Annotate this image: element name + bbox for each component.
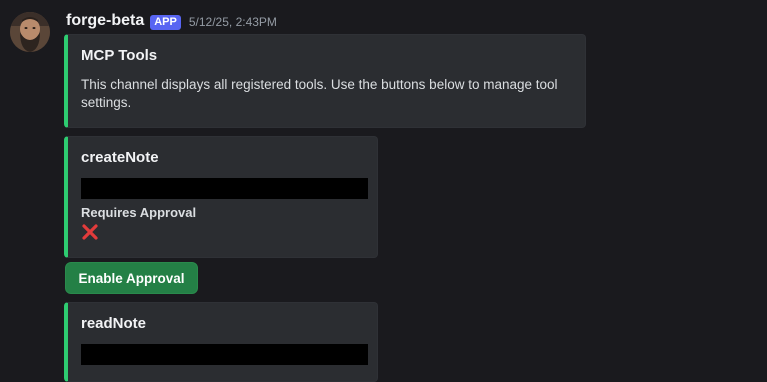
embed-description: This channel displays all registered too… xyxy=(81,77,558,110)
message-timestamp[interactable]: 5/12/25, 2:43PM xyxy=(189,15,277,29)
user-avatar[interactable] xyxy=(10,12,50,52)
embed-mcp-tools: MCP Tools This channel displays all regi… xyxy=(64,34,586,128)
embed-title: createNote xyxy=(81,149,159,166)
bearded-man-avatar-icon xyxy=(10,12,50,52)
embed-tool-readnote: readNote xyxy=(64,302,378,382)
message-header: forge-beta APP 5/12/25, 2:43PM xyxy=(66,11,277,31)
embed-title: readNote xyxy=(81,315,147,332)
embed-tool-createnote: createNote Requires Approval xyxy=(64,136,378,258)
redacted-description xyxy=(81,178,368,199)
chat-message: forge-beta APP 5/12/25, 2:43PM MCP Tools… xyxy=(0,0,767,382)
field-requires-approval-label: Requires Approval xyxy=(81,205,197,220)
red-x-icon xyxy=(81,223,99,241)
embed-title: MCP Tools xyxy=(81,47,158,64)
redacted-description xyxy=(81,344,368,365)
app-badge: APP xyxy=(150,14,181,30)
enable-approval-button[interactable]: Enable Approval xyxy=(65,262,198,294)
author-name[interactable]: forge-beta xyxy=(66,12,144,30)
